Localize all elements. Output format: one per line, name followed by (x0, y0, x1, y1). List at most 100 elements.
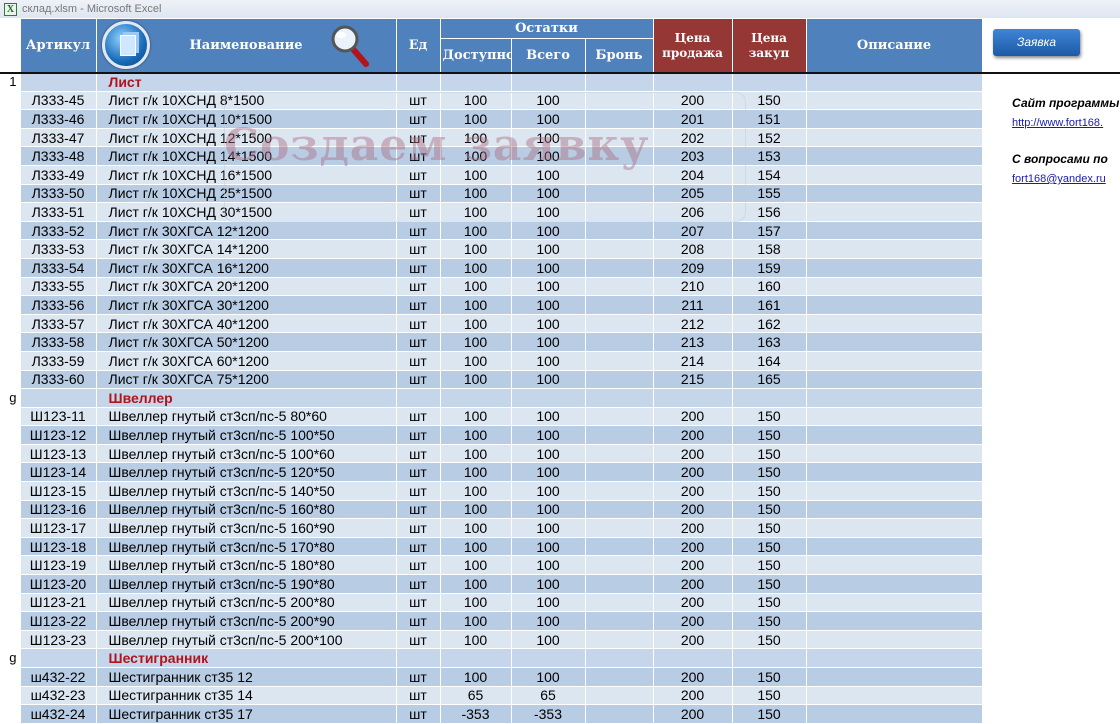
cell-article[interactable]: Ш123-12 (19, 425, 97, 445)
cell-price-sell[interactable]: 200 (652, 611, 733, 631)
cell-article[interactable]: Л333-56 (19, 295, 97, 315)
cell-name[interactable]: Швеллер гнутый ст3сп/пс-5 100*60 (95, 443, 397, 464)
cell-price-sell[interactable]: 200 (652, 667, 733, 687)
cell-available[interactable]: 100 (439, 425, 512, 445)
cell-price-buy[interactable]: 150 (731, 629, 807, 650)
cell-available[interactable]: -353 (439, 704, 512, 724)
cell-available[interactable]: 100 (439, 146, 512, 166)
cell[interactable] (805, 648, 983, 668)
cell-reserve[interactable] (584, 425, 654, 445)
cell-name[interactable]: Швеллер гнутый ст3сп/пс-5 120*50 (95, 462, 397, 483)
table-row[interactable]: Л333-48 Лист г/к 10ХСНД 14*1500 шт 100 100 20… (0, 146, 983, 166)
cell-article[interactable]: Л333-55 (19, 276, 97, 297)
cell-total[interactable]: 100 (510, 518, 586, 538)
cell-price-sell[interactable]: 200 (652, 685, 733, 706)
cell-price-buy[interactable]: 165 (731, 369, 807, 390)
cell-available[interactable]: 100 (439, 443, 512, 464)
cell[interactable] (439, 72, 512, 92)
cell-price-buy[interactable]: 150 (731, 443, 807, 464)
cell-available[interactable]: 100 (439, 592, 512, 613)
search-icon[interactable] (330, 24, 370, 68)
cell-description[interactable] (805, 220, 983, 241)
cell-available[interactable]: 100 (439, 90, 512, 111)
cell-reserve[interactable] (584, 109, 654, 129)
cell-name[interactable]: Шестигранник ст35 12 (95, 667, 397, 687)
cell-total[interactable]: 100 (510, 555, 586, 576)
cell-unit[interactable]: шт (395, 183, 441, 204)
cell-unit[interactable]: шт (395, 369, 441, 390)
table-row[interactable]: Ш123-12 Швеллер гнутый ст3сп/пс-5 100*50 ш… (0, 425, 983, 445)
cell-price-buy[interactable]: 150 (731, 611, 807, 631)
cell-price-buy[interactable]: 150 (731, 425, 807, 445)
cell-description[interactable] (805, 499, 983, 520)
cell-unit[interactable]: шт (395, 202, 441, 222)
cell-reserve[interactable] (584, 574, 654, 594)
cell-price-buy[interactable]: 150 (731, 555, 807, 576)
cell-total[interactable]: 100 (510, 629, 586, 650)
table-row[interactable]: Л333-60 Лист г/к 30ХГСА 75*1200 шт 100 100 21… (0, 369, 983, 390)
table-row[interactable]: ш432-24 Шестигранник ст35 17 шт -353 -353 200… (0, 704, 983, 724)
cell-price-sell[interactable]: 200 (652, 425, 733, 445)
cell-available[interactable]: 100 (439, 202, 512, 222)
table-row[interactable]: Ш123-17 Швеллер гнутый ст3сп/пс-5 160*90 ш… (0, 518, 983, 538)
cell-reserve[interactable] (584, 183, 654, 204)
cell-price-sell[interactable]: 200 (652, 704, 733, 724)
header-price-sell[interactable]: Цена продажа (652, 18, 733, 73)
cell-name[interactable]: Лист г/к 30ХГСА 14*1200 (95, 239, 397, 259)
cell-price-sell[interactable]: 200 (652, 629, 733, 650)
cell-price-sell[interactable]: 204 (652, 164, 733, 185)
cell-article[interactable]: Л333-57 (19, 313, 97, 334)
table-row[interactable]: Л333-59 Лист г/к 30ХГСА 60*1200 шт 100 100 21… (0, 350, 983, 371)
cell-reserve[interactable] (584, 239, 654, 259)
table-row[interactable]: Л333-58 Лист г/к 30ХГСА 50*1200 шт 100 100 21… (0, 332, 983, 352)
cell-unit[interactable]: шт (395, 667, 441, 687)
cell-description[interactable] (805, 239, 983, 259)
cell-reserve[interactable] (584, 481, 654, 501)
cell-unit[interactable]: шт (395, 146, 441, 166)
table-row[interactable]: Л333-46 Лист г/к 10ХСНД 10*1500 шт 100 100 20… (0, 109, 983, 129)
cell[interactable] (805, 72, 983, 92)
cell-total[interactable]: 65 (510, 685, 586, 706)
cell[interactable] (439, 388, 512, 408)
cell-unit[interactable]: шт (395, 611, 441, 631)
cell[interactable] (395, 648, 441, 668)
cell-article[interactable]: Л333-58 (19, 332, 97, 352)
cell-price-buy[interactable]: 150 (731, 462, 807, 483)
cell[interactable] (731, 648, 807, 668)
cell-total[interactable]: 100 (510, 164, 586, 185)
cell-description[interactable] (805, 146, 983, 166)
table-row[interactable]: Л333-49 Лист г/к 10ХСНД 16*1500 шт 100 100 20… (0, 164, 983, 185)
cell-article[interactable]: Ш123-18 (19, 536, 97, 557)
cell-price-buy[interactable]: 155 (731, 183, 807, 204)
cell-total[interactable]: 100 (510, 425, 586, 445)
cell-total[interactable]: 100 (510, 90, 586, 111)
cell-reserve[interactable] (584, 592, 654, 613)
cell-reserve[interactable] (584, 146, 654, 166)
cell-price-buy[interactable]: 151 (731, 109, 807, 129)
cell-name[interactable]: Швеллер гнутый ст3сп/пс-5 200*80 (95, 592, 397, 613)
cell-price-sell[interactable]: 200 (652, 499, 733, 520)
cell-available[interactable]: 100 (439, 369, 512, 390)
cell-article[interactable]: Ш123-13 (19, 443, 97, 464)
cell-unit[interactable]: шт (395, 164, 441, 185)
cell-name[interactable]: Лист г/к 10ХСНД 16*1500 (95, 164, 397, 185)
cell-price-sell[interactable]: 200 (652, 443, 733, 464)
cell-total[interactable]: 100 (510, 536, 586, 557)
cell-total[interactable]: 100 (510, 350, 586, 371)
cell-reserve[interactable] (584, 220, 654, 241)
cell-available[interactable]: 100 (439, 555, 512, 576)
cell-article[interactable]: Ш123-17 (19, 518, 97, 538)
cell-total[interactable]: -353 (510, 704, 586, 724)
cell-price-sell[interactable]: 209 (652, 257, 733, 278)
cell-reserve[interactable] (584, 518, 654, 538)
cell-reserve[interactable] (584, 685, 654, 706)
cell-description[interactable] (805, 443, 983, 464)
table-row[interactable]: Л333-47 Лист г/к 10ХСНД 12*1500 шт 100 100 20… (0, 127, 983, 148)
cell-description[interactable] (805, 555, 983, 576)
cell-price-sell[interactable]: 211 (652, 295, 733, 315)
cell-price-buy[interactable]: 158 (731, 239, 807, 259)
cell-unit[interactable]: шт (395, 239, 441, 259)
cell-description[interactable] (805, 462, 983, 483)
cell-total[interactable]: 100 (510, 667, 586, 687)
cell-price-buy[interactable]: 161 (731, 295, 807, 315)
